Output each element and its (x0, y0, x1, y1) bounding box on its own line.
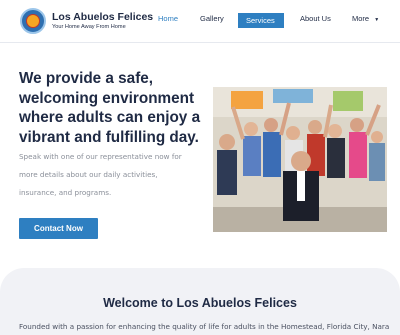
header-divider (0, 42, 400, 43)
sun-logo-icon[interactable] (20, 8, 46, 34)
brand-tagline: Your Home Away From Home (52, 24, 126, 30)
nav-gallery[interactable]: Gallery (200, 14, 224, 23)
nav-more[interactable]: More ▼ (352, 14, 379, 23)
contact-now-button[interactable]: Contact Now (19, 218, 98, 239)
nav-services-label: Services (246, 16, 275, 25)
hero-title: We provide a safe, welcoming environment… (19, 70, 201, 146)
site-header: Los Abuelos Felices Your Home Away From … (0, 0, 400, 42)
group-photo-illustration (213, 87, 387, 232)
brand-name[interactable]: Los Abuelos Felices (52, 11, 153, 23)
hero-subtitle: Speak with one of our representative now… (19, 152, 182, 197)
chevron-down-icon: ▼ (374, 17, 380, 23)
welcome-text: Founded with a passion for enhancing the… (19, 322, 389, 331)
chevron-down-icon: ▼ (249, 28, 254, 34)
nav-more-label: More (352, 14, 370, 23)
nav-about[interactable]: About Us (300, 14, 331, 23)
hero-photo (213, 87, 387, 232)
nav-home[interactable]: Home (158, 14, 178, 23)
welcome-title: Welcome to Los Abuelos Felices (103, 296, 297, 310)
nav-services[interactable]: Services ▼ (238, 13, 284, 34)
